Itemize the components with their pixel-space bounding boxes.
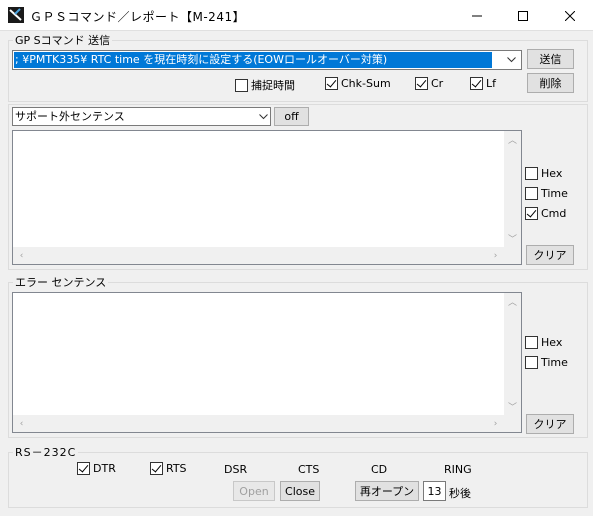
checkbox-box <box>77 462 90 475</box>
minimize-icon <box>472 15 482 16</box>
seconds-unit-label: 秒後 <box>449 487 471 500</box>
error-hex-label: Hex <box>541 336 563 349</box>
lf-checkbox[interactable]: Lf <box>470 77 496 90</box>
checkbox-box <box>525 187 538 200</box>
dsr-indicator: DSR <box>224 463 248 476</box>
scroll-down-icon[interactable]: ﹀ <box>504 398 521 415</box>
scroll-left-icon[interactable]: ‹ <box>13 415 30 432</box>
scroll-down-icon[interactable]: ﹀ <box>504 230 521 247</box>
scrollbar-corner <box>504 247 521 264</box>
checkbox-box <box>525 207 538 220</box>
chevron-down-icon <box>259 114 268 120</box>
cmd-label: Cmd <box>541 207 567 220</box>
close-port-button[interactable]: Close <box>280 481 320 501</box>
rs232c-group-label: RS－232C <box>13 446 79 459</box>
window-title: ＧＰＳコマンド／レポート【M-241】 <box>30 10 246 24</box>
error-time-label: Time <box>541 356 568 369</box>
checkbox-box <box>525 167 538 180</box>
maximize-button[interactable] <box>500 0 546 31</box>
time-checkbox[interactable]: Time <box>525 187 568 200</box>
dtr-checkbox[interactable]: DTR <box>77 462 116 475</box>
capture-time-label: 捕捉時間 <box>251 79 295 92</box>
vertical-scrollbar[interactable]: ︿ ﹀ <box>504 293 521 415</box>
hex-label: Hex <box>541 167 563 180</box>
horizontal-scrollbar[interactable]: ‹ › <box>13 415 504 432</box>
title-bar: ＧＰＳコマンド／レポート【M-241】 <box>0 0 593 31</box>
scroll-left-icon[interactable]: ‹ <box>13 247 30 264</box>
minimize-button[interactable] <box>454 0 500 31</box>
reopen-seconds-input[interactable]: 13 <box>423 481 446 501</box>
capture-time-checkbox[interactable]: 捕捉時間 <box>235 77 295 93</box>
vertical-scrollbar[interactable]: ︿ ﹀ <box>504 131 521 247</box>
checkbox-box <box>415 77 428 90</box>
error-group-label: エラー センテンス <box>13 276 109 289</box>
cr-checkbox[interactable]: Cr <box>415 77 443 90</box>
error-hex-checkbox[interactable]: Hex <box>525 336 562 349</box>
send-button[interactable]: 送信 <box>527 49 574 69</box>
cmd-checkbox[interactable]: Cmd <box>525 207 566 220</box>
reopen-button[interactable]: 再オープン <box>355 481 419 501</box>
gps-command-group-label: GP Sコマンド 送信 <box>13 34 113 47</box>
scroll-right-icon[interactable]: › <box>487 247 504 264</box>
clear-error-button[interactable]: クリア <box>526 414 574 434</box>
unsupported-sentence-textarea[interactable]: ︿ ﹀ ‹ › <box>12 130 522 265</box>
cd-indicator: CD <box>371 463 388 476</box>
close-icon <box>565 10 575 21</box>
scroll-right-icon[interactable]: › <box>487 415 504 432</box>
rts-label: RTS <box>166 462 187 475</box>
chk-sum-label: Chk-Sum <box>341 77 391 90</box>
sentence-type-select[interactable]: サポート外センテンス <box>12 107 271 126</box>
ring-indicator: RING <box>444 463 472 476</box>
checkbox-box <box>525 336 538 349</box>
hex-checkbox[interactable]: Hex <box>525 167 562 180</box>
chevron-down-icon <box>507 57 516 63</box>
checkbox-box <box>150 462 163 475</box>
checkbox-box <box>325 77 338 90</box>
chk-sum-checkbox[interactable]: Chk-Sum <box>325 77 391 90</box>
checkbox-box <box>525 356 538 369</box>
time-label: Time <box>541 187 568 200</box>
open-button[interactable]: Open <box>233 481 275 501</box>
scroll-up-icon[interactable]: ︿ <box>504 293 521 310</box>
horizontal-scrollbar[interactable]: ‹ › <box>13 247 504 264</box>
maximize-icon <box>518 10 528 21</box>
command-value: ; ¥PMTK335¥ RTC time を現在時刻に設定する(EOWロールオー… <box>14 52 492 68</box>
dtr-label: DTR <box>93 462 116 475</box>
clear-unsupported-button[interactable]: クリア <box>526 245 574 265</box>
cr-label: Cr <box>431 77 444 90</box>
delete-button[interactable]: 削除 <box>527 73 574 93</box>
checkbox-box <box>235 78 248 92</box>
lf-label: Lf <box>486 77 497 90</box>
sentence-type-value: サポート外センテンス <box>15 110 125 123</box>
checkbox-box <box>470 77 483 90</box>
close-window-button[interactable] <box>547 0 593 31</box>
scrollbar-corner <box>504 415 521 432</box>
scroll-up-icon[interactable]: ︿ <box>504 131 521 148</box>
command-select[interactable]: ; ¥PMTK335¥ RTC time を現在時刻に設定する(EOWロールオー… <box>12 50 522 70</box>
app-icon <box>8 7 24 23</box>
error-sentence-textarea[interactable]: ︿ ﹀ ‹ › <box>12 292 522 433</box>
error-time-checkbox[interactable]: Time <box>525 356 568 369</box>
rts-checkbox[interactable]: RTS <box>150 462 187 475</box>
cts-indicator: CTS <box>298 463 320 476</box>
off-button[interactable]: off <box>274 107 309 126</box>
